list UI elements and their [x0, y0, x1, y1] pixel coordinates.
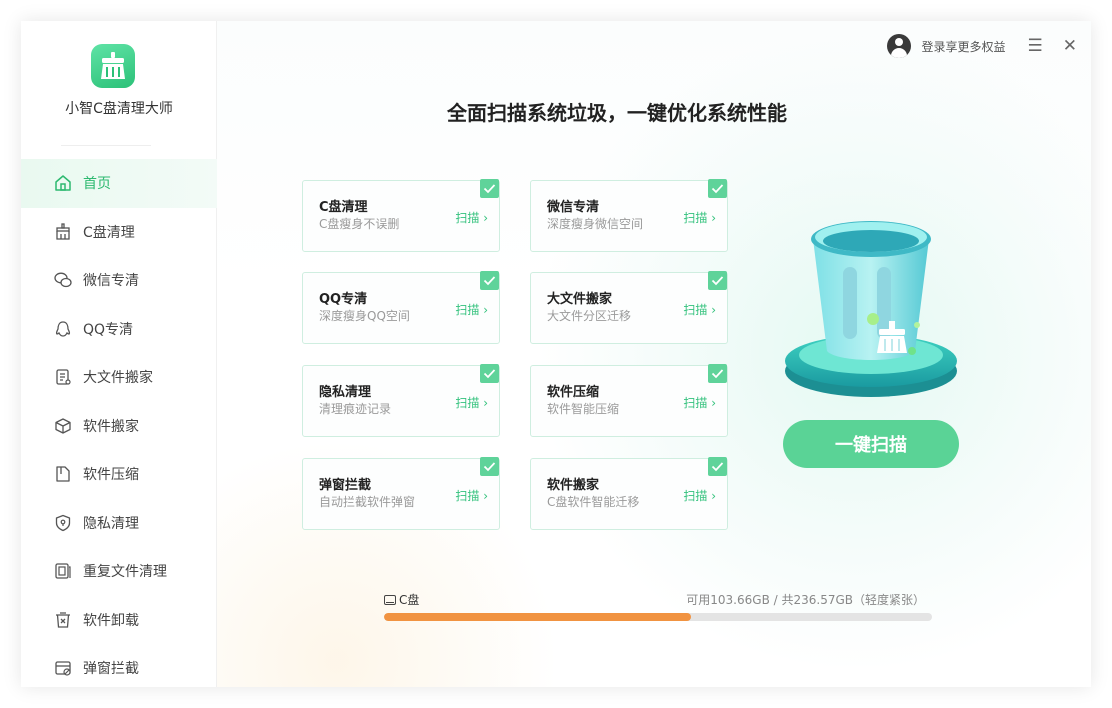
box-icon — [54, 417, 72, 435]
disk-usage: C盘 可用103.66GB / 共236.57GB（轻度紧张） — [384, 589, 932, 629]
app-logo — [91, 44, 135, 88]
sidebar-item-large-file-move[interactable]: 大文件搬家 — [21, 353, 217, 402]
card-subtitle: 深度瘦身微信空间 — [547, 217, 644, 231]
app-name: 小智C盘清理大师 — [65, 101, 173, 117]
scan-link[interactable]: 扫描 › — [683, 487, 716, 504]
disk-name: C盘 — [399, 593, 420, 607]
sidebar-item-software-move[interactable]: 软件搬家 — [21, 402, 217, 451]
checkbox-checked-icon[interactable] — [708, 179, 727, 198]
close-icon[interactable]: ✕ — [1063, 37, 1077, 55]
disk-space-info: 可用103.66GB / 共236.57GB（轻度紧张） — [686, 593, 925, 607]
main-panel: 登录享更多权益 ☰ ✕ 全面扫描系统垃圾，一键优化系统性能 C盘清理 C盘瘦身不… — [217, 21, 1091, 687]
card-qq-clean[interactable]: QQ专清 深度瘦身QQ空间 扫描 › — [302, 271, 500, 344]
qq-icon — [54, 320, 72, 338]
card-subtitle: 清理痕迹记录 — [319, 402, 392, 416]
scan-link[interactable]: 扫描 › — [455, 209, 488, 226]
one-click-scan-button[interactable]: 一键扫描 — [783, 420, 959, 468]
checkbox-checked-icon[interactable] — [480, 457, 499, 476]
shield-icon — [54, 514, 72, 532]
menu-icon[interactable]: ☰ — [1028, 37, 1043, 55]
disk-label: C盘 — [384, 591, 419, 608]
sidebar-item-popup-block[interactable]: 弹窗拦截 — [21, 644, 217, 687]
scan-link[interactable]: 扫描 › — [455, 301, 488, 318]
sidebar-item-software-compress[interactable]: 软件压缩 — [21, 450, 217, 499]
card-subtitle: C盘软件智能迁移 — [547, 495, 640, 509]
duplicate-file-icon — [54, 562, 72, 580]
card-title: 大文件搬家 — [547, 292, 613, 307]
scan-link[interactable]: 扫描 › — [455, 394, 488, 411]
app-window: 小智C盘清理大师 首页 C盘清理 微信专清 QQ专清 大文件搬家 软件搬家 软件… — [21, 21, 1091, 687]
compress-icon — [54, 465, 72, 483]
divider — [61, 145, 151, 146]
scan-link[interactable]: 扫描 › — [455, 487, 488, 504]
card-software-move[interactable]: 软件搬家 C盘软件智能迁移 扫描 › — [530, 457, 728, 530]
popup-block-icon — [54, 659, 72, 677]
card-large-file-move[interactable]: 大文件搬家 大文件分区迁移 扫描 › — [530, 271, 728, 344]
card-title: 软件搬家 — [547, 478, 600, 493]
card-c-drive-clean[interactable]: C盘清理 C盘瘦身不误删 扫描 › — [302, 179, 500, 252]
trash-bin-illustration — [785, 221, 957, 397]
card-title: 微信专清 — [547, 200, 600, 215]
sidebar-item-label: QQ专清 — [83, 321, 134, 338]
checkbox-checked-icon[interactable] — [480, 364, 499, 383]
checkbox-checked-icon[interactable] — [480, 271, 499, 290]
card-subtitle: 软件智能压缩 — [547, 402, 620, 416]
document-icon — [54, 368, 72, 386]
wechat-icon — [54, 271, 72, 289]
avatar-icon[interactable] — [887, 34, 912, 58]
sidebar-item-label: 大文件搬家 — [83, 370, 153, 387]
sidebar-item-label: 软件压缩 — [83, 467, 139, 484]
broom-logo-icon — [101, 52, 125, 79]
checkbox-checked-icon[interactable] — [480, 179, 499, 198]
scan-link[interactable]: 扫描 › — [683, 209, 716, 226]
card-subtitle: C盘瘦身不误删 — [319, 217, 400, 231]
sidebar-item-label: 软件搬家 — [83, 418, 139, 435]
title-bar: 登录享更多权益 ☰ ✕ — [887, 34, 1077, 58]
card-subtitle: 深度瘦身QQ空间 — [319, 309, 410, 323]
trash-icon — [54, 611, 72, 629]
card-title: 弹窗拦截 — [319, 478, 372, 493]
sidebar-item-label: 重复文件清理 — [83, 564, 167, 581]
sidebar-item-duplicate-clean[interactable]: 重复文件清理 — [21, 547, 217, 596]
sidebar-item-label: C盘清理 — [83, 224, 135, 241]
hard-drive-icon — [384, 594, 396, 605]
card-privacy-clean[interactable]: 隐私清理 清理痕迹记录 扫描 › — [302, 364, 500, 437]
broom-icon — [54, 223, 72, 241]
sidebar-item-software-uninstall[interactable]: 软件卸载 — [21, 596, 217, 645]
scan-link[interactable]: 扫描 › — [683, 394, 716, 411]
home-icon — [54, 174, 72, 192]
card-wechat-clean[interactable]: 微信专清 深度瘦身微信空间 扫描 › — [530, 179, 728, 252]
checkbox-checked-icon[interactable] — [708, 364, 727, 383]
checkbox-checked-icon[interactable] — [708, 271, 727, 290]
login-link[interactable]: 登录享更多权益 — [921, 38, 1005, 55]
disk-usage-fill — [384, 613, 691, 621]
card-title: C盘清理 — [319, 200, 368, 215]
sidebar-item-qq-clean[interactable]: QQ专清 — [21, 305, 217, 354]
sidebar-item-label: 弹窗拦截 — [83, 661, 139, 678]
sidebar-item-home[interactable]: 首页 — [21, 159, 217, 208]
sidebar-item-label: 首页 — [83, 176, 111, 193]
disk-usage-bar — [384, 613, 932, 621]
page-headline: 全面扫描系统垃圾，一键优化系统性能 — [447, 101, 787, 125]
card-title: QQ专清 — [319, 292, 368, 307]
checkbox-checked-icon[interactable] — [708, 457, 727, 476]
sidebar-item-label: 隐私清理 — [83, 515, 139, 532]
sidebar-item-label: 软件卸载 — [83, 612, 139, 629]
sidebar-item-label: 微信专清 — [83, 273, 139, 290]
card-title: 软件压缩 — [547, 385, 600, 400]
sidebar-nav: 首页 C盘清理 微信专清 QQ专清 大文件搬家 软件搬家 软件压缩 隐私清理 重… — [21, 159, 217, 687]
card-title: 隐私清理 — [319, 385, 372, 400]
card-subtitle: 大文件分区迁移 — [547, 309, 632, 323]
sidebar: 小智C盘清理大师 首页 C盘清理 微信专清 QQ专清 大文件搬家 软件搬家 软件… — [21, 21, 217, 687]
sidebar-item-privacy-clean[interactable]: 隐私清理 — [21, 499, 217, 548]
card-software-compress[interactable]: 软件压缩 软件智能压缩 扫描 › — [530, 364, 728, 437]
card-popup-block[interactable]: 弹窗拦截 自动拦截软件弹窗 扫描 › — [302, 457, 500, 530]
card-subtitle: 自动拦截软件弹窗 — [319, 495, 416, 509]
sidebar-item-c-drive-clean[interactable]: C盘清理 — [21, 208, 217, 257]
scan-link[interactable]: 扫描 › — [683, 301, 716, 318]
sidebar-item-wechat-clean[interactable]: 微信专清 — [21, 256, 217, 305]
